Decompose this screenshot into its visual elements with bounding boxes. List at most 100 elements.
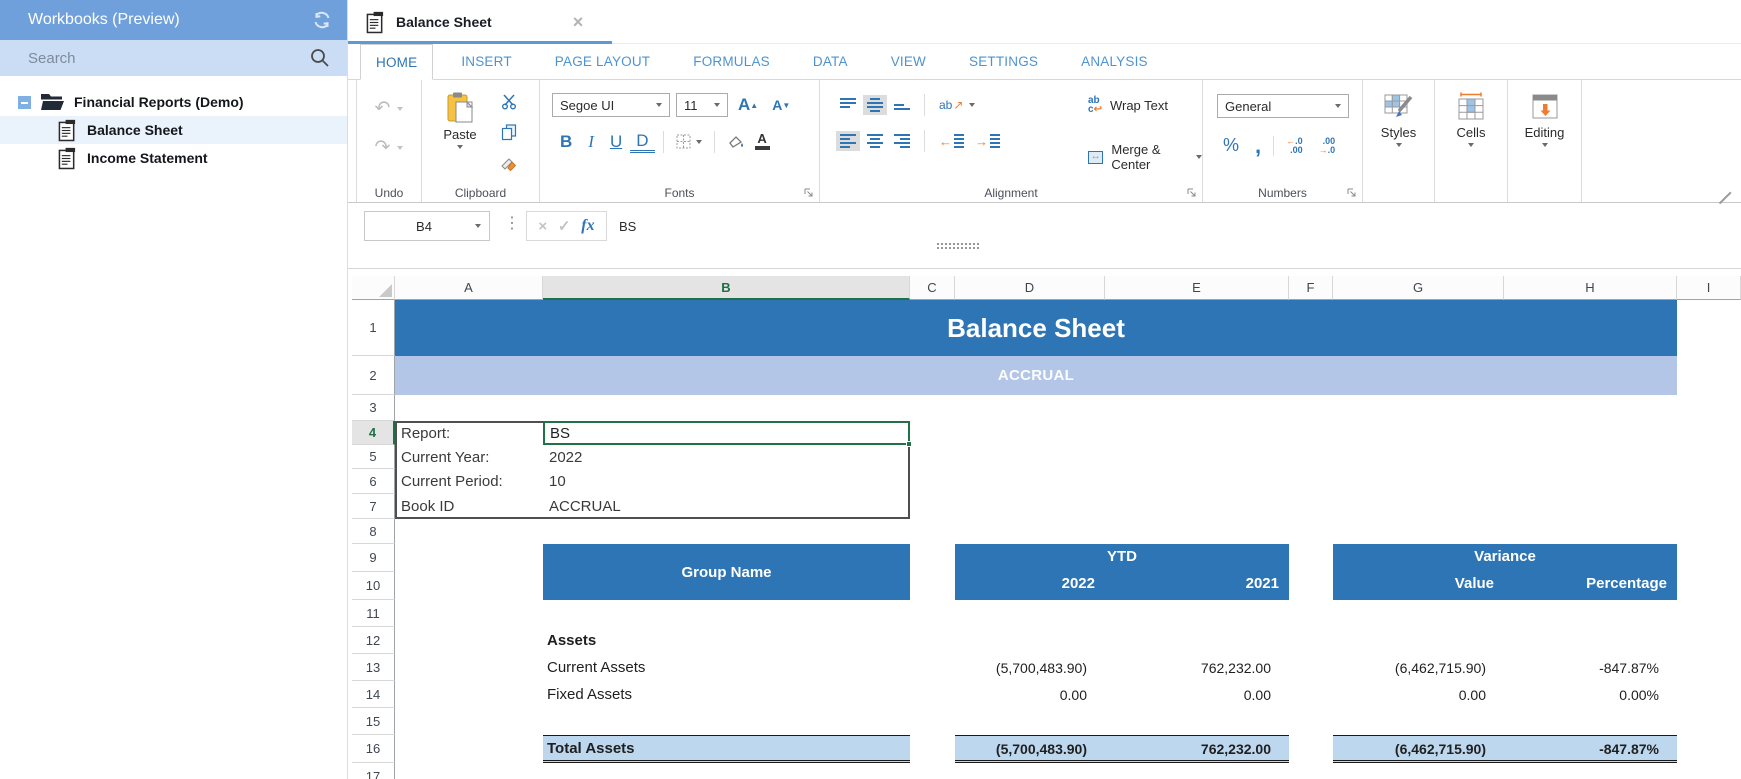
copy-button[interactable] bbox=[496, 121, 522, 144]
cell-ytd-2021[interactable]: 0.00 bbox=[1105, 681, 1281, 708]
merge-center-button[interactable]: ↔ Merge & Center bbox=[1088, 142, 1202, 172]
fonts-dialog-launcher-icon[interactable] bbox=[804, 188, 814, 198]
row-header-2[interactable]: 2 bbox=[352, 356, 395, 395]
insert-function-button[interactable]: fx bbox=[581, 217, 594, 235]
cell-report-title[interactable]: Balance Sheet bbox=[395, 300, 1677, 356]
comma-style-button[interactable]: , bbox=[1251, 138, 1265, 154]
cell-info-label[interactable]: Book ID bbox=[401, 494, 543, 519]
format-painter-button[interactable] bbox=[496, 152, 522, 175]
selected-cell-b4[interactable]: BS bbox=[543, 421, 910, 445]
row-header-17[interactable]: 17 bbox=[352, 763, 395, 779]
grow-font-button[interactable]: A▲ bbox=[734, 92, 762, 118]
ribbon-tab-insert[interactable]: INSERT bbox=[446, 44, 526, 79]
decrease-indent-button[interactable]: ← bbox=[935, 131, 968, 152]
header-group-name[interactable]: Group Name bbox=[543, 544, 910, 600]
name-box[interactable]: B4 bbox=[364, 211, 490, 241]
tree-folder-financial-reports[interactable]: Financial Reports (Demo) bbox=[0, 88, 347, 116]
column-header-F[interactable]: F bbox=[1289, 276, 1333, 300]
search-input[interactable]: Search bbox=[28, 50, 309, 67]
redo-button[interactable]: ↷ bbox=[371, 135, 408, 160]
column-header-H[interactable]: H bbox=[1504, 276, 1677, 300]
row-header-14[interactable]: 14 bbox=[352, 681, 395, 708]
cell-row-name[interactable]: Fixed Assets bbox=[543, 681, 843, 708]
cell-info-value[interactable]: 10 bbox=[549, 469, 749, 494]
numbers-dialog-launcher-icon[interactable] bbox=[1347, 188, 1357, 198]
number-format-select[interactable]: General bbox=[1217, 94, 1349, 118]
cell-row-name[interactable]: Current Assets bbox=[543, 654, 843, 681]
row-header-16[interactable]: 16 bbox=[352, 735, 395, 763]
row-header-13[interactable]: 13 bbox=[352, 654, 395, 681]
cell-variance-percentage[interactable]: -847.87% bbox=[1504, 654, 1669, 681]
cell-variance-value[interactable]: 0.00 bbox=[1333, 681, 1496, 708]
ribbon-tab-settings[interactable]: SETTINGS bbox=[954, 44, 1053, 79]
cell-variance-value[interactable]: (6,462,715.90) bbox=[1333, 654, 1496, 681]
tab-balance-sheet[interactable]: Balance Sheet × bbox=[356, 6, 593, 38]
cell-variance-percentage[interactable]: 0.00% bbox=[1504, 681, 1669, 708]
column-header-G[interactable]: G bbox=[1333, 276, 1504, 300]
tree-item-balance-sheet[interactable]: Balance Sheet bbox=[0, 116, 347, 144]
row-header-6[interactable]: 6 bbox=[352, 469, 395, 494]
cell-total-variance-value[interactable]: (6,462,715.90) bbox=[1333, 735, 1496, 762]
close-tab-icon[interactable]: × bbox=[573, 13, 584, 31]
shrink-font-button[interactable]: A▼ bbox=[768, 94, 794, 116]
cell-total-name[interactable]: Total Assets bbox=[543, 735, 910, 763]
undo-button[interactable]: ↶ bbox=[371, 96, 408, 121]
header-variance-block[interactable]: Variance Value Percentage bbox=[1333, 544, 1677, 600]
row-header-3[interactable]: 3 bbox=[352, 395, 395, 421]
header-ytd-block[interactable]: YTD 2022 2021 bbox=[955, 544, 1289, 600]
cell-ytd-2022[interactable]: 0.00 bbox=[955, 681, 1097, 708]
row-header-4[interactable]: 4 bbox=[352, 421, 395, 445]
column-header-C[interactable]: C bbox=[910, 276, 955, 300]
font-name-select[interactable]: Segoe UI bbox=[552, 93, 670, 117]
cell-info-label[interactable]: Current Year: bbox=[401, 445, 543, 469]
percent-style-button[interactable]: % bbox=[1219, 132, 1243, 159]
align-bottom-button[interactable] bbox=[890, 95, 914, 115]
row-header-5[interactable]: 5 bbox=[352, 445, 395, 469]
ribbon-resize-handle-icon[interactable] bbox=[1719, 191, 1731, 203]
bold-button[interactable]: B bbox=[554, 131, 578, 153]
formula-input[interactable]: BS bbox=[610, 211, 1741, 241]
cell-info-value[interactable]: 2022 bbox=[549, 445, 749, 469]
underline-button[interactable]: U bbox=[604, 131, 628, 153]
cell-info-value[interactable]: ACCRUAL bbox=[549, 494, 749, 519]
paste-button[interactable]: Paste bbox=[434, 86, 486, 175]
font-color-button[interactable]: A bbox=[751, 130, 774, 153]
ribbon-tab-home[interactable]: HOME bbox=[360, 44, 433, 80]
confirm-entry-button[interactable]: ✓ bbox=[558, 217, 571, 235]
cut-button[interactable] bbox=[496, 90, 522, 113]
align-center-button[interactable] bbox=[863, 131, 887, 151]
row-header-7[interactable]: 7 bbox=[352, 494, 395, 519]
double-underline-button[interactable]: D bbox=[630, 131, 654, 153]
search-icon[interactable] bbox=[309, 47, 331, 69]
wrap-text-button[interactable]: abc↩ Wrap Text bbox=[1088, 96, 1168, 114]
ribbon-tab-page-layout[interactable]: PAGE LAYOUT bbox=[540, 44, 665, 79]
tree-item-income-statement[interactable]: Income Statement bbox=[0, 144, 347, 172]
increase-indent-button[interactable]: → bbox=[971, 131, 1004, 152]
cell-ytd-2022[interactable]: (5,700,483.90) bbox=[955, 654, 1097, 681]
select-all-corner[interactable] bbox=[352, 276, 395, 300]
fill-color-button[interactable] bbox=[723, 131, 749, 153]
column-header-B[interactable]: B bbox=[543, 276, 910, 300]
alignment-dialog-launcher-icon[interactable] bbox=[1187, 188, 1197, 198]
ribbon-tab-view[interactable]: VIEW bbox=[876, 44, 941, 79]
font-size-select[interactable]: 11 bbox=[676, 93, 728, 117]
collapse-icon[interactable] bbox=[18, 96, 31, 109]
formula-bar-options-icon[interactable]: ⋮ bbox=[504, 213, 520, 233]
ribbon-tab-formulas[interactable]: FORMULAS bbox=[678, 44, 785, 79]
editing-button[interactable]: Editing bbox=[1512, 86, 1577, 147]
search-bar[interactable]: Search bbox=[0, 40, 347, 76]
column-header-A[interactable]: A bbox=[395, 276, 543, 300]
row-header-15[interactable]: 15 bbox=[352, 708, 395, 735]
italic-button[interactable]: I bbox=[580, 131, 602, 153]
orientation-button[interactable]: ab ↗ bbox=[935, 95, 979, 115]
cell-report-subtitle[interactable]: ACCRUAL bbox=[395, 356, 1677, 395]
align-middle-button[interactable] bbox=[863, 95, 887, 115]
cell-ytd-2021[interactable]: 762,232.00 bbox=[1105, 654, 1281, 681]
cell-info-label[interactable]: Current Period: bbox=[401, 469, 543, 494]
align-right-button[interactable] bbox=[890, 131, 914, 151]
ribbon-tab-analysis[interactable]: ANALYSIS bbox=[1066, 44, 1163, 79]
row-header-12[interactable]: 12 bbox=[352, 627, 395, 654]
cell-total-ytd-2022[interactable]: (5,700,483.90) bbox=[955, 735, 1097, 762]
row-header-11[interactable]: 11 bbox=[352, 600, 395, 627]
decrease-decimal-button[interactable]: ←.0.00 bbox=[1282, 134, 1307, 158]
